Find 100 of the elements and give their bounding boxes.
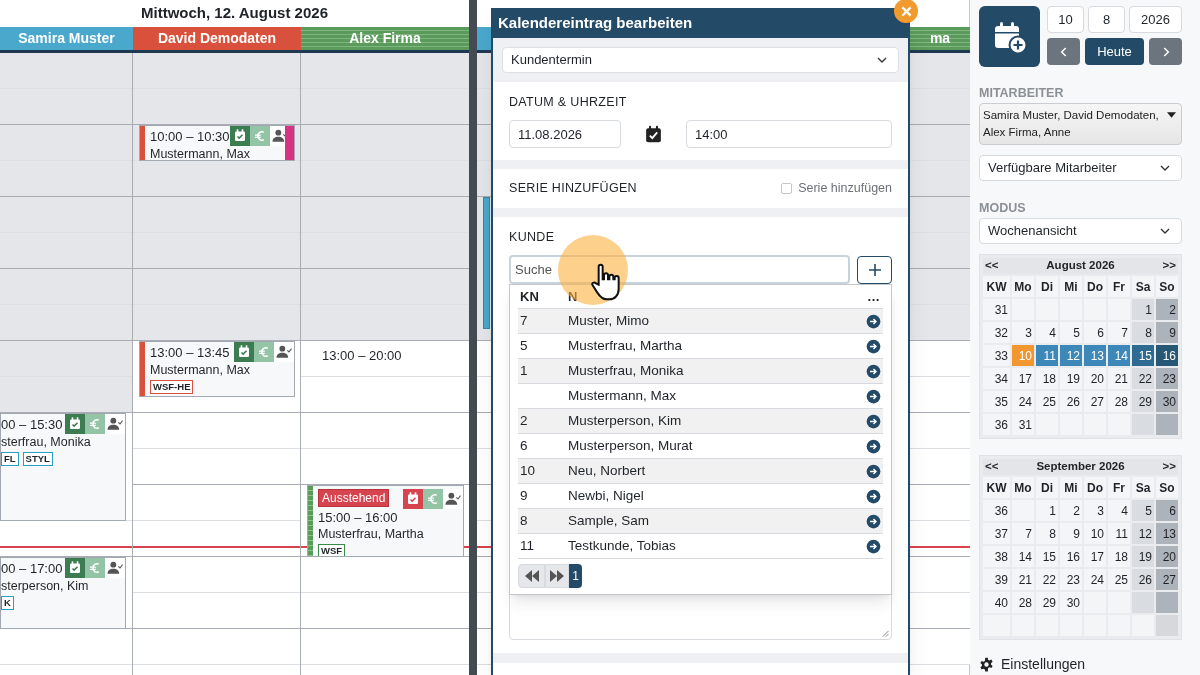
arrow-right-icon[interactable] <box>866 488 881 504</box>
calendar-day[interactable]: 13 <box>1084 345 1106 366</box>
time-slot[interactable] <box>301 161 469 197</box>
resize-handle-icon[interactable] <box>882 630 889 637</box>
calendar-day[interactable]: 29 <box>1132 391 1154 412</box>
customer-row[interactable]: 1 Musterfrau, Monika <box>518 359 883 384</box>
calendar-day[interactable]: 3 <box>1012 322 1034 343</box>
search-field[interactable]: Suche <box>509 255 851 284</box>
calendar-day[interactable]: 21 <box>1012 569 1034 590</box>
staff-filter-select[interactable]: Verfügbare Mitarbeiter <box>979 155 1182 181</box>
calendar-day[interactable]: 7 <box>1108 322 1130 343</box>
calendar-day[interactable]: 26 <box>1132 569 1154 590</box>
calendar-day[interactable]: 12 <box>1132 523 1154 544</box>
calendar-day[interactable]: 8 <box>1036 523 1058 544</box>
calendar-day[interactable]: 25 <box>1036 391 1058 412</box>
calendar-day[interactable]: 13 <box>1156 523 1178 544</box>
customer-row[interactable]: 8 Sample, Sam <box>518 509 883 534</box>
calendar-day[interactable]: 14 <box>1108 345 1130 366</box>
close-button[interactable] <box>894 0 918 23</box>
calendar-day[interactable]: 28 <box>1012 592 1034 613</box>
calendar-day[interactable]: 23 <box>1156 368 1178 389</box>
time-slot[interactable] <box>477 161 491 197</box>
arrow-right-icon[interactable] <box>866 313 881 329</box>
arrow-right-icon[interactable] <box>866 438 881 454</box>
calendar-check-icon[interactable] <box>645 125 662 143</box>
calendar-day[interactable]: 2 <box>1060 500 1082 521</box>
time-slot[interactable] <box>0 233 132 269</box>
calendar-day[interactable]: 22 <box>1132 368 1154 389</box>
calendar-day[interactable]: 20 <box>1156 546 1178 567</box>
new-appointment-button[interactable] <box>979 6 1040 67</box>
calendar-day[interactable]: 3 <box>1084 500 1106 521</box>
calendar-day[interactable]: 4 <box>1108 500 1130 521</box>
time-slot[interactable] <box>910 89 970 125</box>
staff-multiselect[interactable]: Samira Muster, David Demodaten, Alex Firma, Anne <box>979 103 1182 145</box>
calendar-day[interactable]: 24 <box>1084 569 1106 590</box>
calendar-day[interactable]: 6 <box>1084 322 1106 343</box>
calendar-day[interactable]: 6 <box>1156 500 1178 521</box>
time-field[interactable]: 14:00 <box>686 120 892 148</box>
next-button[interactable] <box>1149 38 1182 65</box>
time-slot[interactable] <box>910 233 970 269</box>
arrow-right-icon[interactable] <box>866 413 881 429</box>
settings-link[interactable]: Einstellungen <box>979 654 1182 675</box>
calendar-day[interactable]: 11 <box>1108 523 1130 544</box>
previous-month-link[interactable]: << <box>985 458 999 476</box>
calendar-day[interactable]: 17 <box>1084 546 1106 567</box>
calendar-day[interactable]: 12 <box>1060 345 1082 366</box>
calendar-day[interactable]: 30 <box>1060 592 1082 613</box>
calendar-day[interactable]: 26 <box>1060 391 1082 412</box>
calendar-day[interactable]: 20 <box>1084 368 1106 389</box>
appointment-card[interactable] <box>483 197 490 329</box>
customer-row[interactable]: 10 Neu, Norbert <box>518 459 883 484</box>
calendar-day[interactable]: 24 <box>1012 391 1034 412</box>
view-mode-select[interactable]: Wochenansicht <box>979 218 1182 244</box>
calendar-day[interactable]: 21 <box>1108 368 1130 389</box>
appointment-card[interactable]: 13:00 – 13:45 Mustermann, Max WSF-HE <box>139 341 295 397</box>
time-slot[interactable] <box>301 233 469 269</box>
arrow-right-icon[interactable] <box>866 538 881 554</box>
calendar-day[interactable]: 9 <box>1156 322 1178 343</box>
time-slot[interactable] <box>477 89 491 125</box>
calendar-day[interactable]: 14 <box>1012 546 1034 567</box>
calendar-day[interactable]: 5 <box>1060 322 1082 343</box>
time-slot[interactable] <box>0 89 132 125</box>
time-slot[interactable] <box>910 161 970 197</box>
calendar-day[interactable]: 18 <box>1036 368 1058 389</box>
calendar-day[interactable]: 19 <box>1060 368 1082 389</box>
next-month-link[interactable]: >> <box>1162 458 1176 476</box>
time-slot[interactable] <box>477 197 491 341</box>
time-slot[interactable] <box>910 521 970 557</box>
date-field[interactable]: 8 <box>1088 6 1125 33</box>
calendar-day[interactable]: 31 <box>1012 414 1034 435</box>
date-field[interactable]: 11.08.2026 <box>509 120 621 148</box>
calendar-day[interactable]: 9 <box>1060 523 1082 544</box>
time-slot[interactable] <box>910 449 970 485</box>
checkbox-label[interactable]: Serie hinzufügen <box>798 179 892 198</box>
time-slot[interactable] <box>910 377 970 413</box>
arrow-right-icon[interactable] <box>866 338 881 354</box>
previous-button[interactable] <box>1047 38 1080 65</box>
today-button[interactable]: Heute <box>1085 38 1144 65</box>
calendar-day[interactable]: 8 <box>1132 322 1154 343</box>
calendar-day[interactable]: 22 <box>1036 569 1058 590</box>
time-slot[interactable] <box>133 89 300 125</box>
calendar-day[interactable]: 19 <box>1132 546 1154 567</box>
time-slot[interactable]: 13:00 – 13:45 Mustermann, Max WSF-HE <box>133 341 300 413</box>
calendar-day[interactable]: 1 <box>1036 500 1058 521</box>
calendar-day[interactable]: 17 <box>1012 368 1034 389</box>
time-slot[interactable] <box>910 305 970 341</box>
calendar-day[interactable]: 25 <box>1108 569 1130 590</box>
first-page-button[interactable] <box>518 564 545 588</box>
time-slot[interactable] <box>0 377 132 413</box>
previous-month-link[interactable]: << <box>985 257 999 275</box>
time-slot[interactable] <box>0 305 132 341</box>
calendar-day[interactable]: 23 <box>1060 569 1082 590</box>
time-slot[interactable] <box>301 305 469 341</box>
arrow-right-icon[interactable] <box>866 463 881 479</box>
time-slot[interactable] <box>133 233 300 269</box>
arrow-right-icon[interactable] <box>866 513 881 529</box>
appointment-type-select[interactable]: Kundentermin <box>502 47 899 73</box>
time-slot[interactable] <box>133 161 300 197</box>
calendar-day[interactable]: 28 <box>1108 391 1130 412</box>
calendar-day[interactable]: 18 <box>1108 546 1130 567</box>
